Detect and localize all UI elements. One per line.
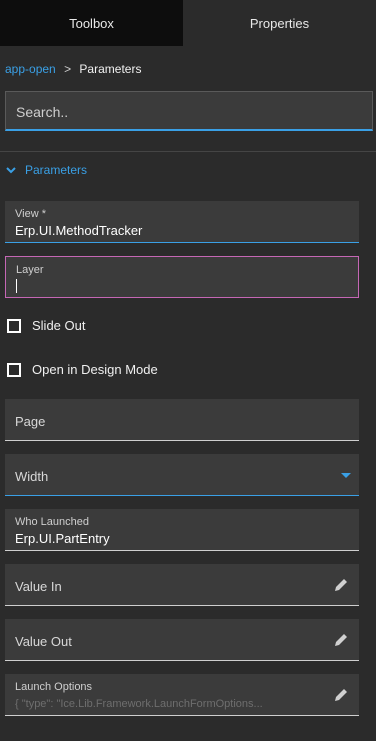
view-value: Erp.UI.MethodTracker bbox=[15, 223, 143, 238]
value-in-placeholder: Value In bbox=[15, 579, 62, 594]
chevron-down-icon bbox=[6, 167, 16, 174]
pencil-icon[interactable] bbox=[333, 632, 349, 648]
breadcrumb: app-open > Parameters bbox=[5, 62, 141, 76]
layer-field[interactable]: Layer bbox=[5, 256, 359, 298]
view-label: View * bbox=[15, 208, 46, 220]
page-placeholder: Page bbox=[15, 414, 46, 429]
page-field[interactable]: Page bbox=[5, 399, 359, 441]
section-title: Parameters bbox=[25, 163, 88, 177]
value-out-placeholder: Value Out bbox=[15, 634, 72, 649]
tab-toolbox[interactable]: Toolbox bbox=[0, 0, 183, 46]
width-dropdown[interactable]: Width bbox=[5, 454, 359, 496]
value-out-field[interactable]: Value Out bbox=[5, 619, 359, 661]
width-placeholder: Width bbox=[15, 469, 49, 484]
view-field[interactable]: View * Erp.UI.MethodTracker bbox=[5, 201, 359, 243]
open-in-design-mode-checkbox[interactable] bbox=[7, 362, 21, 377]
who-launched-label: Who Launched bbox=[15, 516, 89, 528]
tab-bar: Toolbox Properties bbox=[0, 0, 376, 46]
text-cursor bbox=[16, 279, 17, 293]
who-launched-value: Erp.UI.PartEntry bbox=[15, 531, 110, 546]
tab-properties[interactable]: Properties bbox=[183, 0, 376, 46]
pencil-icon[interactable] bbox=[333, 687, 349, 703]
launch-options-value: { "type": "Ice.Lib.Framework.LaunchFormO… bbox=[15, 698, 263, 710]
parameters-section-header[interactable]: Parameters bbox=[5, 163, 87, 177]
launch-options-field[interactable]: Launch Options { "type": "Ice.Lib.Framew… bbox=[5, 674, 359, 716]
caret-down-icon[interactable] bbox=[341, 473, 351, 478]
slide-out-checkbox-row[interactable]: Slide Out bbox=[7, 318, 85, 333]
search-input[interactable]: Search.. bbox=[5, 91, 373, 131]
divider bbox=[0, 151, 376, 152]
launch-options-label: Launch Options bbox=[15, 681, 93, 693]
search-placeholder: Search.. bbox=[16, 104, 69, 120]
breadcrumb-current: Parameters bbox=[79, 62, 142, 76]
open-in-design-mode-checkbox-row[interactable]: Open in Design Mode bbox=[7, 362, 158, 377]
who-launched-field[interactable]: Who Launched Erp.UI.PartEntry bbox=[5, 509, 359, 551]
breadcrumb-separator: > bbox=[64, 62, 72, 76]
open-in-design-mode-label: Open in Design Mode bbox=[32, 362, 158, 377]
slide-out-checkbox[interactable] bbox=[7, 318, 21, 333]
layer-label: Layer bbox=[16, 264, 44, 276]
pencil-icon[interactable] bbox=[333, 577, 349, 593]
value-in-field[interactable]: Value In bbox=[5, 564, 359, 606]
slide-out-label: Slide Out bbox=[32, 318, 86, 333]
breadcrumb-link-app-open[interactable]: app-open bbox=[5, 62, 56, 76]
